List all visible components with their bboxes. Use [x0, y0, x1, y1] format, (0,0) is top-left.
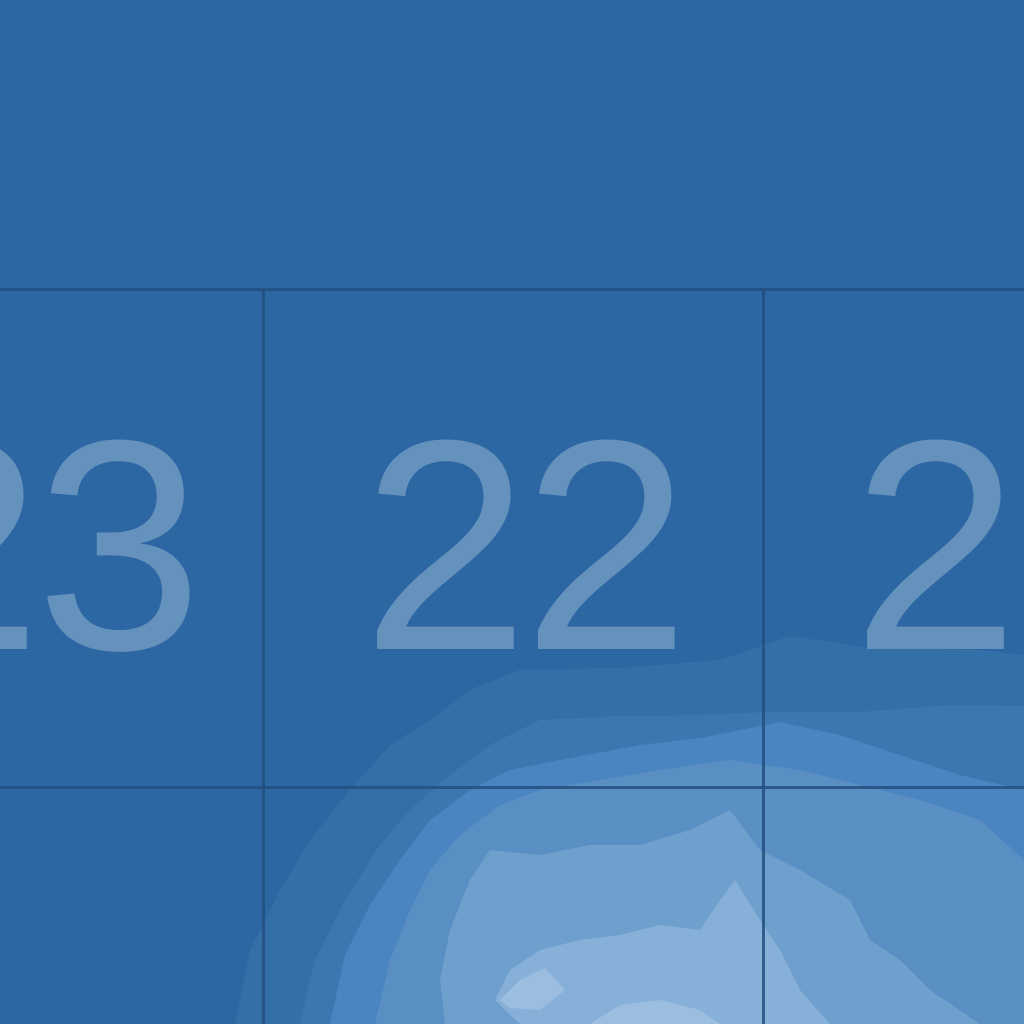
grid-number-label: 23	[0, 377, 203, 713]
grid-number-label: 2	[852, 377, 1019, 713]
grid-line-horizontal-top	[0, 288, 1024, 291]
map-view[interactable]: 23 22 2	[0, 0, 1024, 1024]
grid-line-vertical-left	[262, 289, 265, 1024]
grid-line-vertical-right	[762, 289, 765, 1024]
grid-number-label: 22	[362, 377, 690, 713]
grid-line-horizontal-bottom	[0, 786, 1024, 789]
